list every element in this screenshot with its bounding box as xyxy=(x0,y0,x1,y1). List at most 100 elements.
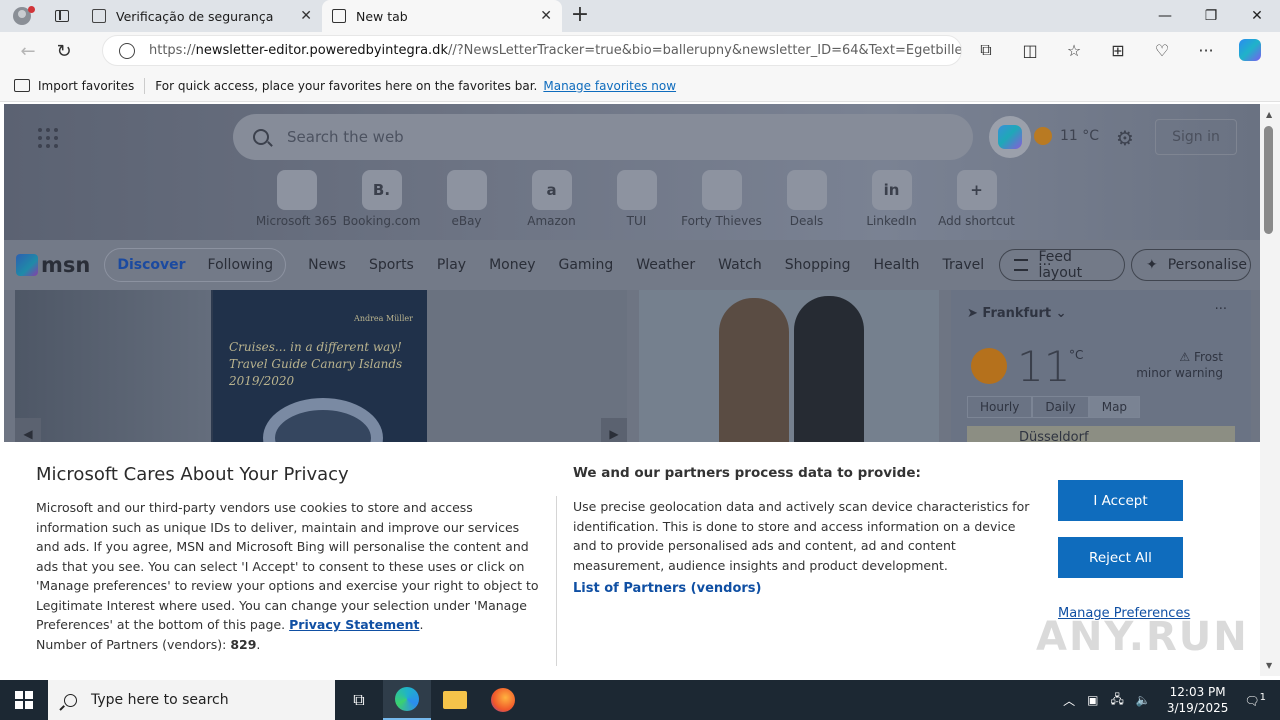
volume-icon[interactable]: 🔈 xyxy=(1136,693,1151,707)
partners-count: 829 xyxy=(230,636,257,652)
weather-more-icon[interactable]: ··· xyxy=(1215,302,1227,317)
back-icon[interactable]: ← xyxy=(10,35,46,67)
more-menu-icon[interactable]: ··· xyxy=(1184,35,1228,65)
chevron-up-icon[interactable]: ︿ xyxy=(1063,692,1075,709)
warning-icon: ⚠ xyxy=(1179,350,1191,364)
taskbar-search-input[interactable]: Type here to search xyxy=(48,680,335,720)
url-domain: newsletter-editor.poweredbyintegra.dk xyxy=(195,43,448,58)
clock[interactable]: 12:03 PM 3/19/2025 xyxy=(1167,684,1229,716)
privacy-body: Microsoft and our third-party vendors us… xyxy=(36,500,539,652)
nav-link[interactable]: Sports xyxy=(369,257,414,273)
address-bar[interactable]: https://newsletter-editor.poweredbyinteg… xyxy=(102,35,962,66)
msn-logo-icon xyxy=(16,254,38,276)
shortcut-tile[interactable]: + Add shortcut xyxy=(934,170,1019,228)
page-scrollbar[interactable]: ▲ ▼ xyxy=(1260,104,1280,676)
shortcut-tile[interactable]: eBay xyxy=(424,170,509,228)
weather-card[interactable]: ➤ Frankfurt ⌄ ··· 11 °C ⚠ Frost minor war… xyxy=(951,290,1251,456)
copilot-button[interactable] xyxy=(1228,35,1272,65)
task-view-icon[interactable]: ⧉ xyxy=(335,680,383,720)
nav-link[interactable]: Weather xyxy=(636,257,695,273)
close-tab-icon[interactable]: ✕ xyxy=(540,8,552,24)
start-button[interactable] xyxy=(0,680,48,720)
split-screen-icon[interactable]: ◫ xyxy=(1008,35,1052,65)
book-title: Cruises... in a different way! Travel Gu… xyxy=(229,340,403,388)
edge-taskbar-button[interactable] xyxy=(383,680,431,720)
nav-link[interactable]: Money xyxy=(489,257,535,273)
shortcut-tile[interactable]: TUI xyxy=(594,170,679,228)
import-favorites-button[interactable]: Import favorites xyxy=(14,79,134,93)
weather-sun-icon[interactable] xyxy=(1034,127,1052,145)
weather-location[interactable]: ➤ Frankfurt ⌄ xyxy=(967,306,1067,321)
site-info-icon[interactable] xyxy=(119,42,135,59)
firefox-button[interactable] xyxy=(479,680,527,720)
web-search-input[interactable]: Search the web xyxy=(233,114,973,160)
personalise-button[interactable]: ✦ Personalise xyxy=(1131,249,1251,281)
copilot-shortcut[interactable] xyxy=(989,116,1031,158)
shortcut-tile[interactable]: Deals xyxy=(764,170,849,228)
tab-map[interactable]: Map xyxy=(1088,396,1141,418)
tab-daily[interactable]: Daily xyxy=(1032,396,1089,418)
nav-link[interactable]: Watch xyxy=(718,257,762,273)
nav-link[interactable]: News xyxy=(308,257,346,273)
nav-link[interactable]: Health xyxy=(874,257,920,273)
msn-logo[interactable]: msn xyxy=(16,253,90,277)
header-temperature[interactable]: 11 °C xyxy=(1060,128,1099,144)
profile-button[interactable] xyxy=(0,0,44,32)
tab-following[interactable]: Following xyxy=(208,257,274,273)
sunny-icon xyxy=(971,348,1007,384)
sign-in-button[interactable]: Sign in xyxy=(1155,119,1237,155)
file-explorer-button[interactable] xyxy=(431,680,479,720)
scroll-thumb[interactable] xyxy=(1264,126,1273,234)
tab-hourly[interactable]: Hourly xyxy=(967,396,1033,418)
notifications-icon[interactable]: 🗨1 xyxy=(1244,692,1266,708)
tab-discover[interactable]: Discover xyxy=(117,257,185,273)
url-rest: //?NewsLetterTracker=true&bio=ballerupny… xyxy=(447,43,962,58)
scroll-down-icon[interactable]: ▼ xyxy=(1266,661,1272,670)
person-left xyxy=(719,298,789,458)
shortcut-tile[interactable]: Forty Thieves xyxy=(679,170,764,228)
network-icon[interactable]: 🖧 xyxy=(1111,690,1124,711)
collections-icon[interactable]: ⊞ xyxy=(1096,35,1140,65)
close-tab-icon[interactable]: ✕ xyxy=(300,8,312,24)
msn-nav-links: News Sports Play Money Gaming Weather Watch Sho… xyxy=(308,257,984,273)
new-tab-button[interactable]: + xyxy=(568,4,592,28)
nav-link[interactable]: Gaming xyxy=(558,257,613,273)
nav-link[interactable]: Play xyxy=(437,257,466,273)
restore-icon[interactable]: ❐ xyxy=(1188,0,1234,32)
device-icon[interactable]: ▣ xyxy=(1087,693,1098,707)
tab-actions-button[interactable] xyxy=(44,0,80,32)
shortcut-icon xyxy=(616,170,657,210)
scroll-up-icon[interactable]: ▲ xyxy=(1266,110,1272,119)
reject-all-button[interactable]: Reject All xyxy=(1058,537,1183,578)
close-window-icon[interactable]: ✕ xyxy=(1234,0,1280,32)
shortcut-tile[interactable]: B. Booking.com xyxy=(339,170,424,228)
refresh-icon[interactable]: ↻ xyxy=(46,35,82,67)
weather-warning[interactable]: ⚠ Frost minor warning xyxy=(1136,349,1223,381)
favorites-star-icon[interactable]: ☆ xyxy=(1052,35,1096,65)
accept-button[interactable]: I Accept xyxy=(1058,480,1183,521)
carousel-card[interactable]: Andrea Müller Cruises... in a different … xyxy=(15,290,627,478)
tab-new-tab[interactable]: New tab ✕ xyxy=(322,0,562,32)
shortcut-tile[interactable]: a Amazon xyxy=(509,170,594,228)
nav-link[interactable]: Shopping xyxy=(785,257,851,273)
extensions-icon[interactable]: ⧉ xyxy=(964,35,1008,65)
partners-label: Number of Partners (vendors): xyxy=(36,636,227,652)
manage-favorites-link[interactable]: Manage favorites now xyxy=(543,79,676,93)
news-card-image[interactable] xyxy=(639,290,939,458)
partners-list-link[interactable]: List of Partners (vendors) xyxy=(573,581,761,596)
privacy-statement-link[interactable]: Privacy Statement xyxy=(289,617,419,632)
privacy-consent-dialog: Microsoft Cares About Your Privacy Micro… xyxy=(4,442,1260,676)
browser-essentials-icon[interactable]: ♡ xyxy=(1140,35,1184,65)
minimize-icon[interactable]: — xyxy=(1142,0,1188,32)
privacy-title: Microsoft Cares About Your Privacy xyxy=(36,464,349,485)
shortcut-tile[interactable]: in LinkedIn xyxy=(849,170,934,228)
feed-layout-button[interactable]: Feed layout xyxy=(999,249,1125,281)
app-launcher-icon[interactable] xyxy=(38,128,58,148)
msn-logo-text: msn xyxy=(41,253,91,277)
shortcut-tile[interactable]: Microsoft 365 xyxy=(254,170,339,228)
settings-gear-icon[interactable]: ⚙ xyxy=(1116,126,1134,150)
nav-link[interactable]: Travel xyxy=(942,257,984,273)
tab-verificacao[interactable]: Verificação de segurança ✕ xyxy=(82,0,322,32)
system-tray: ︿ ▣ 🖧 🔈 12:03 PM 3/19/2025 🗨1 xyxy=(1057,680,1280,720)
import-icon xyxy=(14,79,30,92)
